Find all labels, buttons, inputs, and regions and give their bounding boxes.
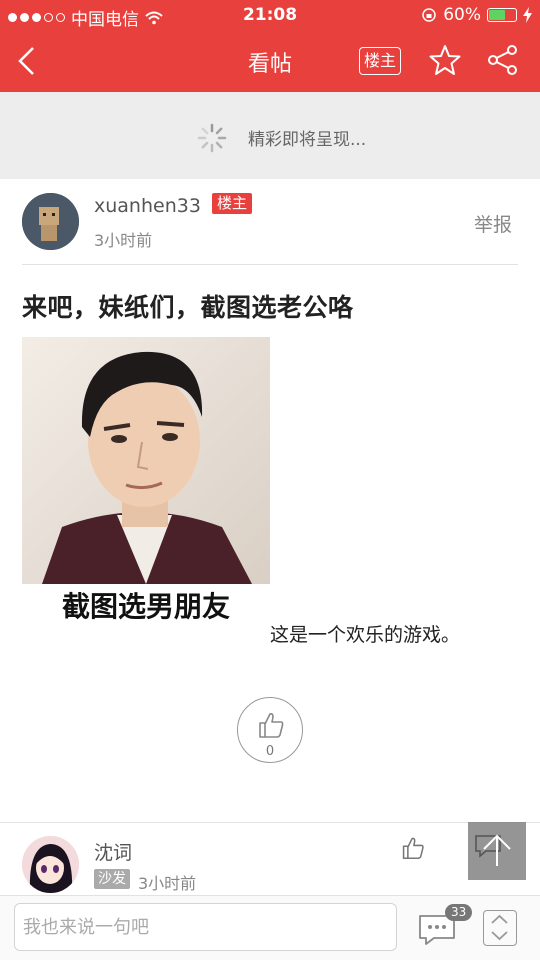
image-caption: 截图选男朋友 xyxy=(22,584,270,630)
rotation-lock-icon xyxy=(422,8,436,22)
nav-bar: 看帖 楼主 xyxy=(0,30,540,92)
status-bar: 中国电信 21:08 60% xyxy=(0,0,540,30)
divider xyxy=(22,264,518,265)
reply-time: 3小时前 xyxy=(138,874,197,893)
bottom-bar: 33 xyxy=(0,895,540,960)
like-button[interactable]: 0 xyxy=(237,697,303,763)
star-icon[interactable] xyxy=(429,44,461,76)
comment-input[interactable] xyxy=(14,903,397,951)
comment-count-badge: 33 xyxy=(445,904,473,921)
arrow-up-icon xyxy=(483,834,511,866)
like-count: 0 xyxy=(265,744,275,759)
battery-icon xyxy=(487,8,517,22)
share-icon[interactable] xyxy=(487,44,519,76)
battery-percent: 60% xyxy=(443,5,481,25)
post-body: 这是一个欢乐的游戏。 xyxy=(270,624,461,646)
divider xyxy=(0,822,540,823)
owner-badge: 楼主 xyxy=(212,193,253,214)
loading-text: 精彩即将呈现... xyxy=(248,130,367,150)
reply-avatar[interactable] xyxy=(22,836,79,893)
floor-badge: 沙发 xyxy=(94,869,130,889)
spinner-icon xyxy=(197,123,227,153)
owner-only-button[interactable]: 楼主 xyxy=(359,47,401,75)
scroll-switch-icon xyxy=(491,914,508,941)
author-name[interactable]: xuanhen33 xyxy=(94,195,201,217)
thumb-up-icon xyxy=(259,713,284,738)
author-avatar[interactable] xyxy=(22,193,79,250)
reply-thumb-up-icon[interactable] xyxy=(401,836,425,860)
reply-author[interactable]: 沈词 xyxy=(94,838,132,865)
report-button[interactable]: 举报 xyxy=(474,210,512,237)
post-time: 3小时前 xyxy=(94,231,153,250)
scroll-top-button[interactable] xyxy=(468,822,526,880)
scroll-switch-button[interactable] xyxy=(483,910,517,946)
post-image[interactable] xyxy=(22,337,270,584)
loading-banner: 精彩即将呈现... xyxy=(0,92,540,179)
charging-icon xyxy=(523,7,532,23)
post-title: 来吧，妹纸们，截图选老公咯 xyxy=(22,293,354,322)
